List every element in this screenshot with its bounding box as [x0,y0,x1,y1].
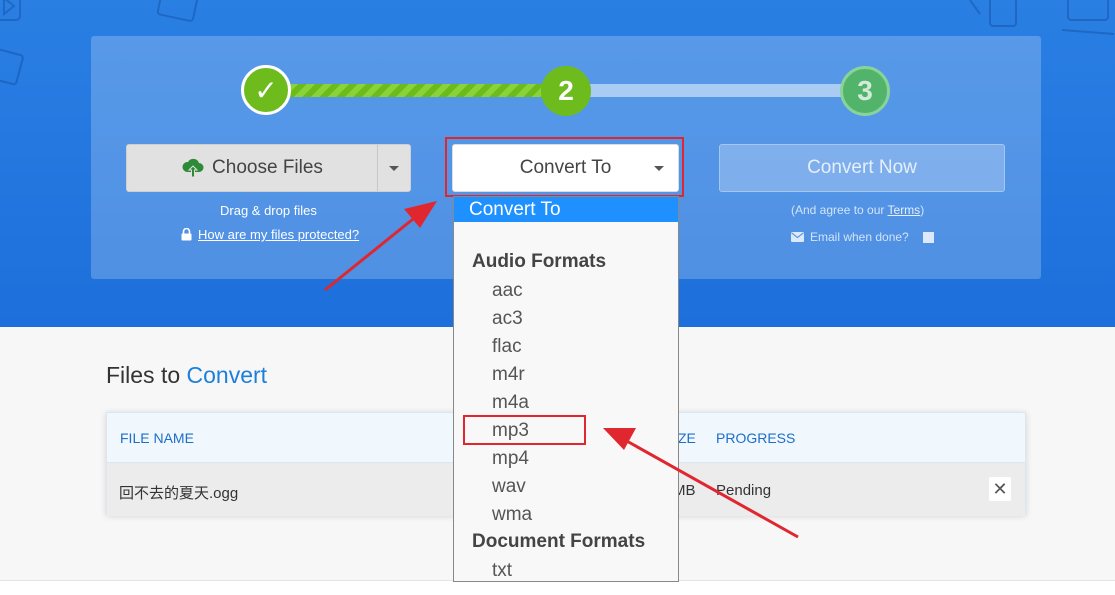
terms-link[interactable]: Terms [888,203,921,217]
step-2-indicator: 2 [541,66,591,116]
protected-info: How are my files protected? [181,227,359,242]
step-1-checkmark-icon: ✓ [254,74,278,106]
dropdown-option-txt[interactable]: txt [492,560,512,581]
highlight-mp3-option [463,415,586,445]
column-progress: PROGRESS [716,430,796,446]
dropdown-option-m4r[interactable]: m4r [492,364,525,386]
lock-icon [181,228,192,241]
cloud-upload-icon [182,158,204,178]
file-name-cell: 回不去的夏天.ogg [119,485,239,502]
step-2-number: 2 [558,75,574,106]
choose-files-dropdown-toggle[interactable] [377,145,410,191]
files-section-title: Files to Convert [106,362,267,389]
file-progress-cell: Pending [716,482,772,499]
dropdown-option-aac[interactable]: aac [492,280,523,302]
email-checkbox[interactable] [922,231,934,243]
step-3-number: 3 [857,75,873,106]
envelope-icon [791,232,804,242]
terms-prefix: (And agree to our [791,203,888,217]
column-file-name: FILE NAME [120,430,194,446]
optgroup-audio-formats: Audio Formats [472,251,607,272]
dropdown-option-wav[interactable]: wav [492,476,526,498]
files-protected-link[interactable]: How are my files protected? [198,227,359,242]
optgroup-document-formats: Document Formats [472,531,646,552]
highlight-convert-to [445,137,684,197]
progress-bar-complete [290,84,542,97]
convert-now-label: Convert Now [807,157,917,178]
footer-strip [0,580,1115,595]
files-title-accent: Convert [186,362,268,388]
dropdown-option-wma[interactable]: wma [492,504,532,526]
column-size: ZE [678,430,696,446]
convert-to-dropdown-list: Convert To Audio Formats aac ac3 flac m4… [453,196,679,582]
dropdown-option-flac[interactable]: flac [492,336,522,358]
dropdown-option-ac3[interactable]: ac3 [492,308,523,330]
email-label: Email when done? [810,230,909,244]
dropdown-option-mp4[interactable]: mp4 [492,448,529,470]
terms-suffix: ) [920,203,925,217]
progress-bar-pending [589,84,841,97]
choose-files-label: Choose Files [212,157,323,178]
chevron-down-icon [389,165,399,171]
step-1-indicator: ✓ [241,65,291,115]
drag-drop-hint: Drag & drop files [220,203,317,218]
terms-notice: (And agree to our Terms) [791,203,924,217]
dropdown-option-selected[interactable]: Convert To [454,197,678,222]
step-3-indicator: 3 [840,66,890,116]
choose-files-main[interactable]: Choose Files [127,145,378,191]
dropdown-option-m4a[interactable]: m4a [492,392,529,414]
files-title-prefix: Files to [106,362,187,388]
remove-file-button[interactable]: ✕ [989,477,1011,501]
close-icon: ✕ [992,478,1008,499]
choose-files-button[interactable]: Choose Files [126,144,411,192]
convert-now-button[interactable]: Convert Now [719,144,1005,192]
email-option: Email when done? [791,230,934,244]
